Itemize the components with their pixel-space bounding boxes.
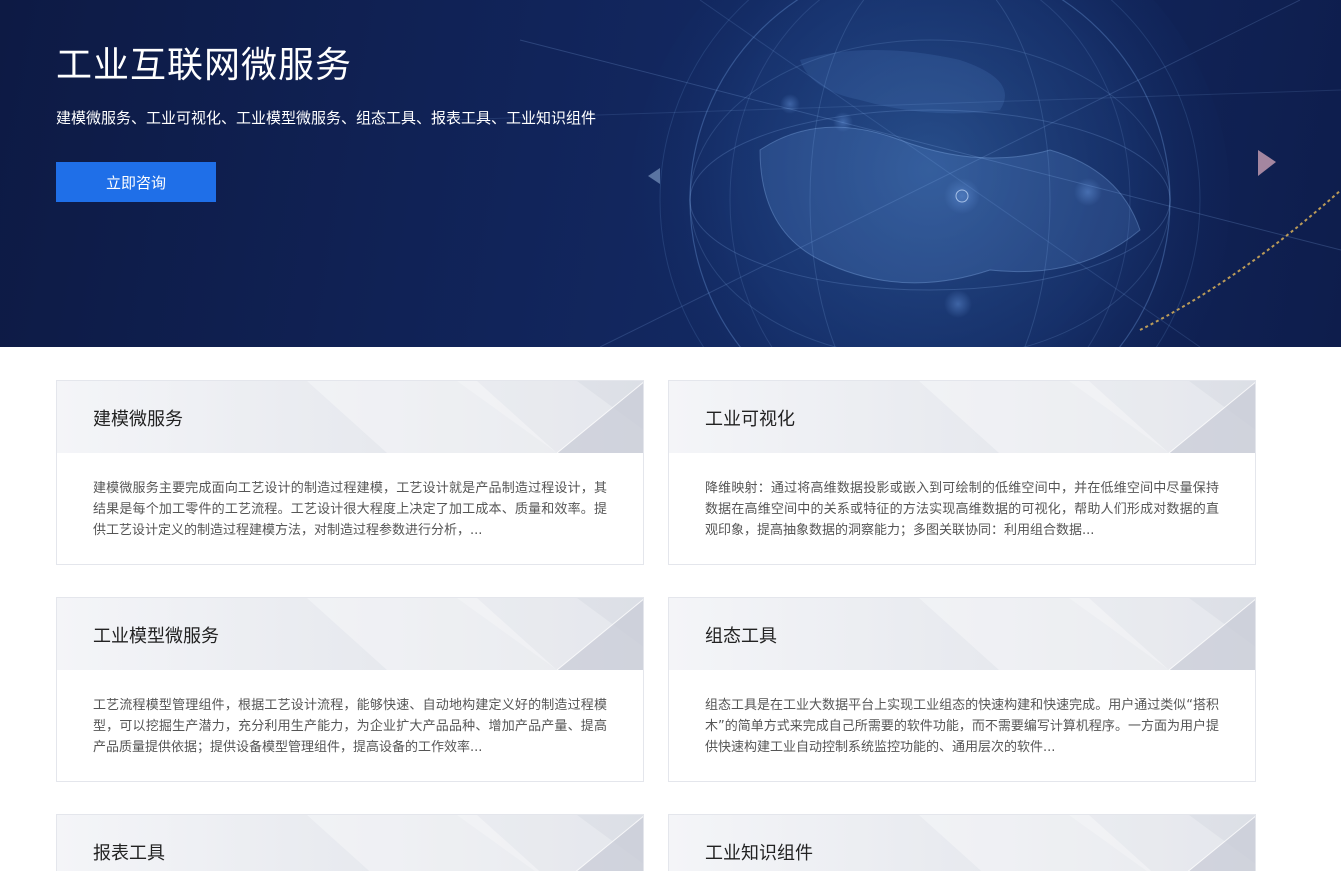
card-header: 报表工具 bbox=[57, 815, 643, 871]
card-description: 组态工具是在工业大数据平台上实现工业组态的快速构建和快速完成。用户通过类似“搭积… bbox=[705, 698, 1219, 755]
service-card-report-tool[interactable]: 报表工具 bbox=[56, 814, 644, 871]
card-header: 建模微服务 bbox=[57, 381, 643, 453]
service-card-industrial-model[interactable]: 工业模型微服务 工艺流程模型管理组件，根据工艺设计流程，能够快速、自动地构建定义… bbox=[56, 597, 644, 782]
card-header: 工业知识组件 bbox=[669, 815, 1255, 871]
card-description: 工艺流程模型管理组件，根据工艺设计流程，能够快速、自动地构建定义好的制造过程模型… bbox=[93, 698, 607, 755]
card-title: 建模微服务 bbox=[93, 409, 183, 430]
consult-now-button[interactable]: 立即咨询 bbox=[56, 162, 216, 202]
card-description: 降维映射：通过将高维数据投影或嵌入到可绘制的低维空间中，并在低维空间中尽量保持数… bbox=[705, 481, 1219, 538]
card-description: 建模微服务主要完成面向工艺设计的制造过程建模，工艺设计就是产品制造过程设计，其结… bbox=[93, 481, 607, 538]
card-header: 工业可视化 bbox=[669, 381, 1255, 453]
service-card-configuration-tool[interactable]: 组态工具 组态工具是在工业大数据平台上实现工业组态的快速构建和快速完成。用户通过… bbox=[668, 597, 1256, 782]
card-title: 组态工具 bbox=[705, 626, 777, 647]
card-title: 工业可视化 bbox=[705, 409, 795, 430]
hero-banner: 工业互联网微服务 建模微服务、工业可视化、工业模型微服务、组态工具、报表工具、工… bbox=[0, 0, 1341, 347]
card-header: 工业模型微服务 bbox=[57, 598, 643, 670]
service-card-visualization[interactable]: 工业可视化 降维映射：通过将高维数据投影或嵌入到可绘制的低维空间中，并在低维空间… bbox=[668, 380, 1256, 565]
card-title: 工业知识组件 bbox=[705, 843, 813, 864]
card-title: 工业模型微服务 bbox=[93, 626, 219, 647]
hero-subtitle: 建模微服务、工业可视化、工业模型微服务、组态工具、报表工具、工业知识组件 bbox=[56, 109, 597, 127]
service-card-knowledge-component[interactable]: 工业知识组件 bbox=[668, 814, 1256, 871]
service-card-modeling[interactable]: 建模微服务 建模微服务主要完成面向工艺设计的制造过程建模，工艺设计就是产品制造过… bbox=[56, 380, 644, 565]
hero-title: 工业互联网微服务 bbox=[56, 45, 353, 86]
card-header: 组态工具 bbox=[669, 598, 1255, 670]
card-title: 报表工具 bbox=[93, 843, 165, 864]
